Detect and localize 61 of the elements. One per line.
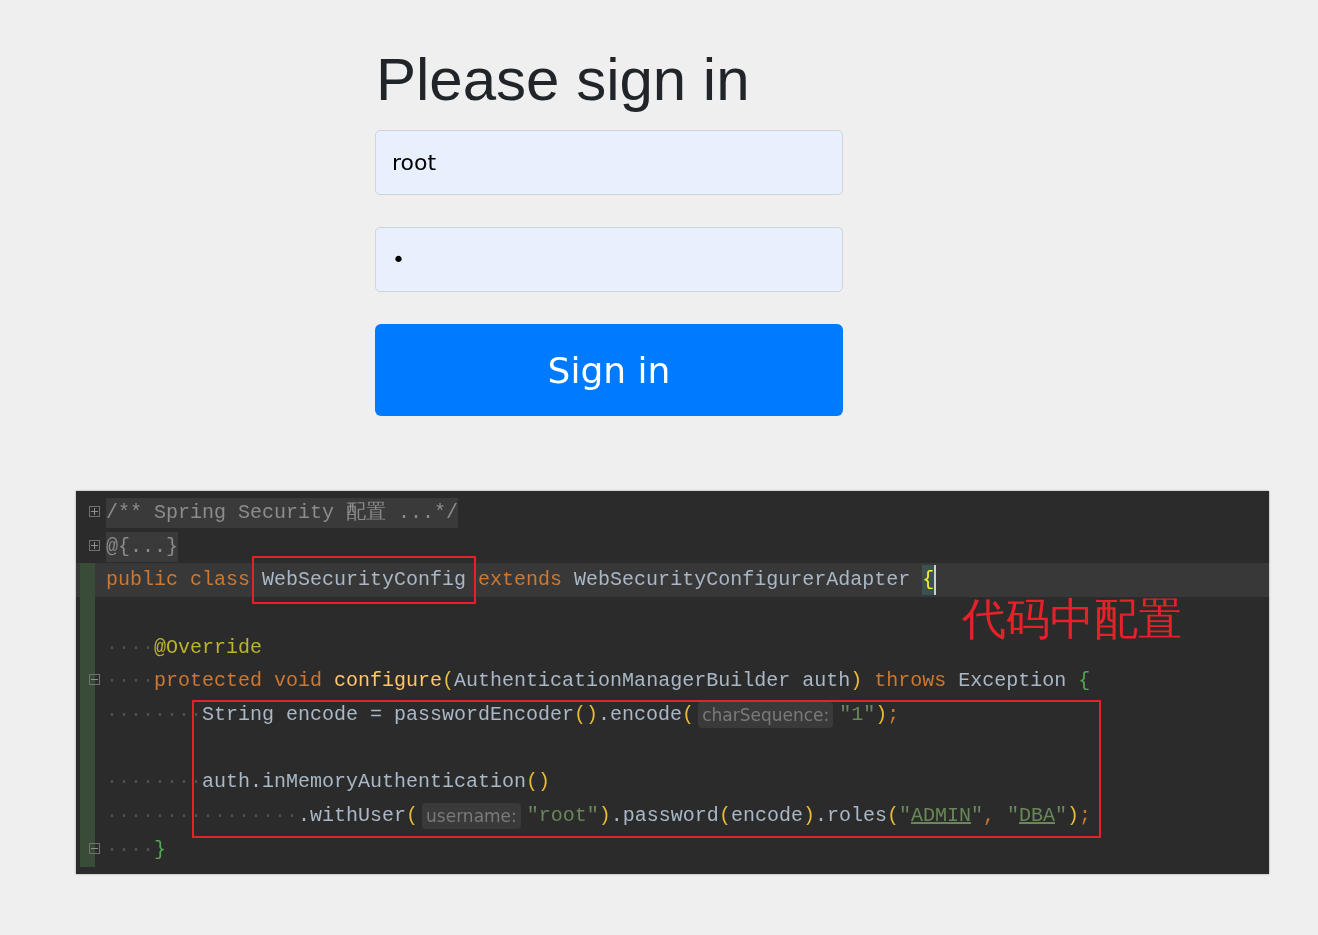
- parameter-hint: username:: [422, 803, 521, 830]
- code-token: .roles: [814, 803, 887, 830]
- code-token: (: [442, 668, 455, 695]
- code-token: .password: [610, 803, 719, 830]
- code-token: {: [922, 565, 937, 596]
- code-token: ": [898, 803, 911, 830]
- folded-code[interactable]: @{...}: [106, 531, 178, 562]
- code-token: ADMIN: [910, 803, 971, 830]
- parameter-hint: charSequence:: [698, 701, 834, 728]
- code-token: DBA: [1019, 803, 1056, 830]
- code-token: (: [406, 803, 419, 830]
- sign-in-button[interactable]: Sign in: [375, 324, 843, 416]
- change-marker: [80, 563, 95, 598]
- code-token: extends: [477, 567, 564, 594]
- code-token: @Override: [154, 634, 263, 661]
- code-token: }: [154, 836, 167, 863]
- whitespace-dots: ····: [106, 634, 154, 661]
- folded-code[interactable]: /** Spring Security 配置 ...*/: [106, 497, 459, 528]
- code-token: "root": [526, 803, 599, 830]
- code-token: ): [1067, 803, 1080, 830]
- code-token: "1": [839, 701, 876, 728]
- code-token: ;: [887, 701, 900, 728]
- password-field[interactable]: •: [375, 227, 843, 292]
- code-token: public class: [106, 567, 252, 594]
- code-token: throws: [873, 668, 948, 695]
- code-token: Exception: [958, 668, 1068, 695]
- code-token: ": [1055, 803, 1068, 830]
- change-marker: [80, 832, 95, 867]
- code-token: protected void: [154, 668, 324, 695]
- expand-icon[interactable]: [89, 506, 100, 517]
- code-token: ": [1007, 803, 1020, 830]
- code-token: ": [971, 803, 983, 830]
- code-token: ;: [1079, 803, 1092, 830]
- page-heading: Please sign in: [376, 45, 751, 115]
- code-token: String encode = passwordEncoder: [202, 701, 575, 728]
- code-token: configure: [334, 668, 443, 695]
- code-token: AuthenticationManagerBuilder auth: [454, 668, 851, 695]
- collapse-icon[interactable]: [89, 674, 100, 686]
- code-token: .encode: [598, 701, 683, 728]
- annotation-text: 代码中配置: [962, 592, 1182, 646]
- whitespace-dots: ····: [106, 836, 154, 863]
- code-token: ): [598, 803, 611, 830]
- code-token: ): [802, 803, 815, 830]
- username-field[interactable]: root: [375, 130, 843, 195]
- code-token: (): [526, 769, 551, 796]
- code-token: {: [1078, 668, 1091, 695]
- code-token: WebSecurityConfig: [262, 568, 467, 592]
- code-token: ): [850, 668, 863, 695]
- code-token: ): [875, 701, 888, 728]
- code-token: .withUser: [298, 803, 407, 830]
- code-token: (): [574, 701, 599, 728]
- collapse-icon[interactable]: [89, 842, 100, 854]
- whitespace-dots: ····: [106, 668, 154, 695]
- code-token: (: [718, 803, 731, 830]
- code-token: (: [886, 803, 899, 830]
- code-token: WebSecurityConfigurerAdapter: [574, 567, 912, 594]
- expand-icon[interactable]: [89, 539, 100, 551]
- code-token: (: [682, 701, 695, 728]
- code-token: auth.inMemoryAuthentication: [202, 769, 527, 796]
- code-token: ,: [983, 803, 996, 830]
- code-token: encode: [730, 803, 803, 830]
